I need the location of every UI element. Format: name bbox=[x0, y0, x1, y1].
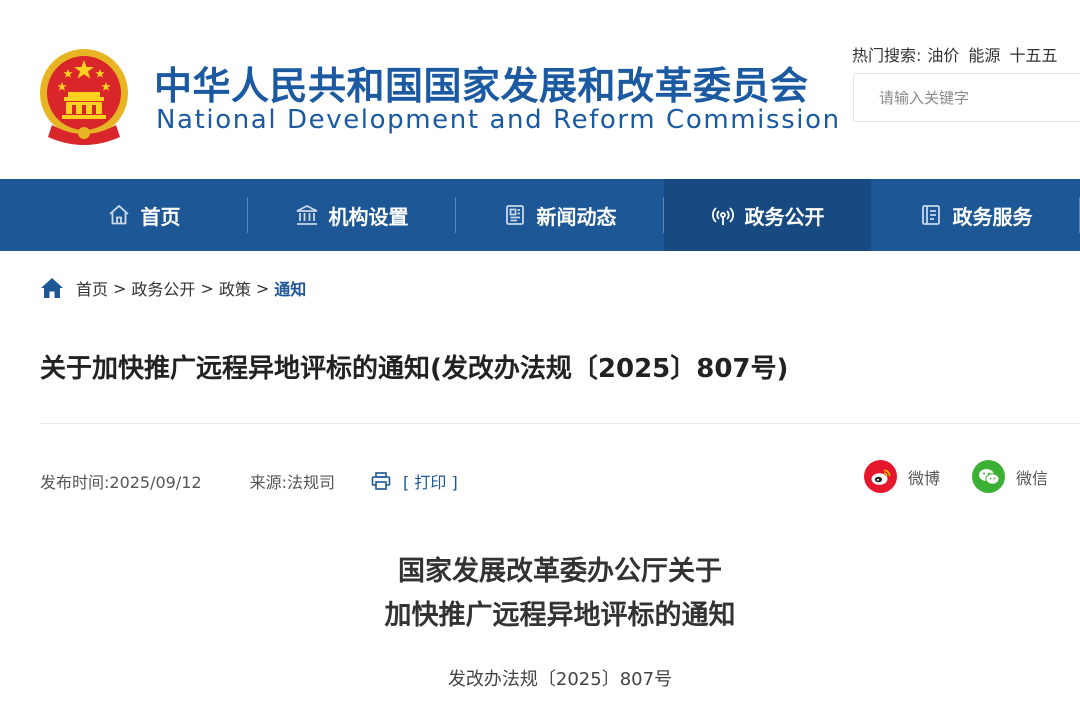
hot-search-term-15th-plan[interactable]: 十五五 bbox=[1009, 46, 1057, 65]
breadcrumb-separator: > bbox=[113, 278, 127, 298]
nav-item-label: 首页 bbox=[140, 204, 181, 229]
hot-search-label: 热门搜索: bbox=[852, 46, 922, 65]
service-icon bbox=[919, 203, 943, 227]
nav-item-label: 政务公开 bbox=[744, 204, 825, 229]
share-wechat-button[interactable]: 微信 bbox=[972, 460, 1048, 493]
hot-search-term-energy[interactable]: 能源 bbox=[968, 46, 1000, 65]
site-title-chinese[interactable]: 中华人民共和国国家发展和改革委员会 bbox=[154, 62, 809, 110]
nav-item-label: 新闻动态 bbox=[536, 204, 617, 229]
breadcrumb-government-affairs[interactable]: 政务公开 bbox=[131, 276, 195, 300]
wechat-icon bbox=[972, 460, 1005, 493]
breadcrumb: 首页 > 政务公开 > 政策 > 通知 bbox=[40, 276, 306, 300]
nav-item-government-services[interactable]: 政务服务 bbox=[872, 179, 1079, 251]
hot-search-bar: 热门搜索: 油价 能源 十五五 bbox=[852, 42, 1066, 66]
institution-icon bbox=[295, 203, 319, 227]
nav-item-label: 政务服务 bbox=[952, 204, 1033, 229]
breadcrumb-policy[interactable]: 政策 bbox=[219, 276, 251, 300]
title-divider bbox=[40, 423, 1080, 424]
news-icon bbox=[503, 203, 527, 227]
printer-icon bbox=[371, 472, 391, 490]
weibo-icon bbox=[864, 460, 897, 493]
hot-search-term-oil-price[interactable]: 油价 bbox=[927, 46, 959, 65]
publish-time: 发布时间:2025/09/12 bbox=[40, 473, 202, 492]
search-box bbox=[853, 73, 1080, 122]
breadcrumb-separator: > bbox=[255, 278, 270, 298]
share-weibo-label: 微博 bbox=[908, 468, 941, 488]
article-title: 关于加快推广远程异地评标的通知(发改办法规〔2025〕807号) bbox=[40, 354, 789, 384]
breadcrumb-separator: > bbox=[200, 278, 214, 298]
nav-item-news[interactable]: 新闻动态 bbox=[456, 179, 663, 251]
breadcrumb-current-notice[interactable]: 通知 bbox=[274, 276, 306, 300]
document-heading-line-2: 加快推广远程异地评标的通知 bbox=[384, 600, 736, 631]
nav-item-label: 机构设置 bbox=[328, 204, 409, 229]
nav-item-home[interactable]: 首页 bbox=[40, 179, 247, 251]
breadcrumb-home[interactable]: 首页 bbox=[76, 276, 108, 300]
document-number: 发改办法规〔2025〕807号 bbox=[447, 669, 673, 690]
print-label: [ 打印 ] bbox=[403, 473, 458, 492]
article-source: 来源:法规司 bbox=[249, 473, 336, 492]
article-meta: 发布时间:2025/09/12 来源:法规司 [ 打印 ] bbox=[40, 469, 458, 493]
home-icon bbox=[107, 203, 131, 227]
share-weibo-button[interactable]: 微博 bbox=[864, 460, 940, 493]
search-input[interactable] bbox=[854, 74, 1080, 121]
national-emblem-logo[interactable] bbox=[38, 47, 130, 145]
nav-item-institutions[interactable]: 机构设置 bbox=[248, 179, 455, 251]
nav-item-government-affairs[interactable]: 政务公开 bbox=[664, 179, 871, 251]
broadcast-icon bbox=[711, 203, 735, 227]
print-button[interactable]: [ 打印 ] bbox=[371, 469, 458, 493]
site-header: 中华人民共和国国家发展和改革委员会 National Development a… bbox=[0, 0, 1080, 179]
main-nav: 首页 机构设置 新闻动态 政务公开 政务服务 bbox=[0, 179, 1080, 251]
share-wechat-label: 微信 bbox=[1016, 468, 1049, 488]
document-heading-line-1: 国家发展改革委办公厅关于 bbox=[398, 556, 722, 587]
site-title-english[interactable]: National Development and Reform Commissi… bbox=[156, 104, 841, 136]
home-icon[interactable] bbox=[40, 277, 64, 299]
